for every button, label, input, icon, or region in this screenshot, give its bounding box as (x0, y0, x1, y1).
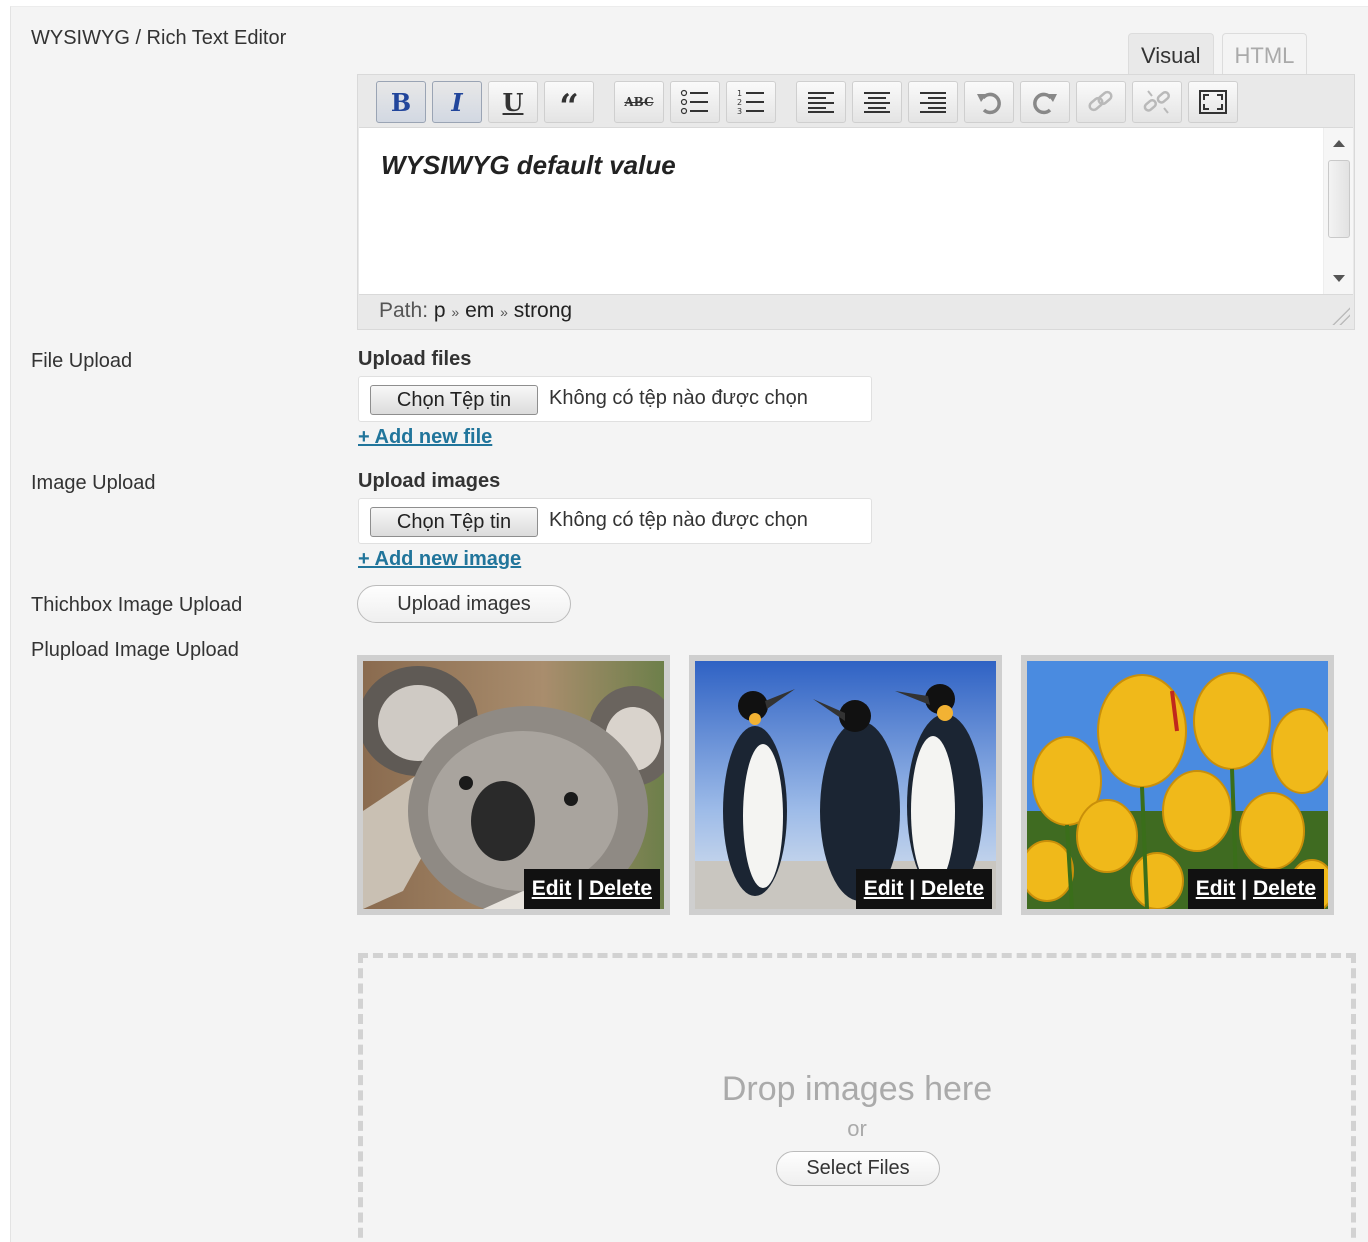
edit-image-link[interactable]: Edit (864, 877, 904, 900)
action-separator: | (1241, 877, 1248, 900)
label-file-upload: File Upload (31, 350, 133, 372)
align-right-icon (920, 92, 946, 113)
align-left-icon (808, 92, 834, 113)
blockquote-button[interactable]: “ (544, 81, 594, 127)
edit-image-link[interactable]: Edit (532, 877, 572, 900)
edit-image-link[interactable]: Edit (1196, 877, 1236, 900)
editor-tabs: Visual HTML (1128, 33, 1308, 75)
redo-button[interactable] (1020, 81, 1070, 123)
rich-text-editor: B I U “ ABC 1 2 3 WYSIWYG default value … (357, 74, 1355, 330)
select-files-button[interactable]: Select Files (776, 1151, 940, 1186)
tab-html[interactable]: HTML (1221, 33, 1308, 75)
label-wysiwyg: WYSIWYG / Rich Text Editor (31, 27, 287, 49)
drop-or-text: or (847, 1116, 867, 1141)
undo-button[interactable] (964, 81, 1014, 123)
action-separator: | (577, 877, 584, 900)
path-item-strong[interactable]: strong (514, 299, 572, 322)
thumb-actions: Edit | Delete (523, 869, 660, 909)
numbered-list-button[interactable]: 1 2 3 (726, 81, 776, 123)
path-label: Path: (379, 299, 429, 322)
numbered-list-icon: 1 2 3 (737, 89, 764, 116)
strikethrough-button[interactable]: ABC (614, 81, 664, 123)
upload-files-title: Upload files (358, 348, 472, 370)
path-separator: » (500, 304, 508, 320)
align-left-button[interactable] (796, 81, 846, 123)
path-item-p[interactable]: p (434, 299, 446, 322)
resize-handle[interactable] (1332, 307, 1350, 325)
editor-scrollbar[interactable] (1323, 128, 1353, 294)
tab-visual[interactable]: Visual (1128, 33, 1214, 75)
delete-image-link[interactable]: Delete (1253, 877, 1316, 900)
add-new-file-link[interactable]: + Add new file (358, 426, 492, 449)
unlink-icon (1143, 90, 1170, 114)
align-center-button[interactable] (852, 81, 902, 123)
italic-icon: I (451, 87, 463, 117)
fullscreen-button[interactable] (1188, 81, 1238, 123)
unlink-button[interactable] (1132, 81, 1182, 123)
editor-toolbar: B I U “ ABC 1 2 3 (376, 81, 1238, 127)
drop-zone[interactable]: Drop images here or Select Files (358, 953, 1356, 1242)
label-thickbox-upload: Thichbox Image Upload (31, 594, 243, 616)
file-status-text: Không có tệp nào được chọn (549, 387, 808, 409)
link-button[interactable] (1076, 81, 1126, 123)
redo-icon (1033, 92, 1057, 115)
editor-path: Path: p » em » strong (379, 299, 572, 323)
bullet-list-icon (680, 89, 708, 115)
upload-images-title: Upload images (358, 470, 501, 492)
underline-icon: U (502, 87, 524, 117)
align-right-button[interactable] (908, 81, 958, 123)
quote-icon: “ (559, 87, 579, 127)
image-thumb-tulips: Edit | Delete (1021, 655, 1334, 915)
bold-icon: B (390, 87, 412, 117)
scroll-down-icon[interactable] (1333, 275, 1345, 282)
svg-text:1: 1 (737, 89, 742, 98)
delete-image-link[interactable]: Delete (589, 877, 652, 900)
action-separator: | (909, 877, 916, 900)
choose-file-button[interactable]: Chọn Tệp tin (370, 385, 538, 415)
choose-image-button[interactable]: Chọn Tệp tin (370, 507, 538, 537)
editor-content-area[interactable]: WYSIWYG default value (359, 127, 1353, 295)
scroll-up-icon[interactable] (1333, 140, 1345, 147)
bold-button[interactable]: B (376, 81, 426, 123)
path-item-em[interactable]: em (465, 299, 494, 322)
fullscreen-icon (1199, 90, 1227, 114)
label-plupload-upload: Plupload Image Upload (31, 639, 239, 661)
align-center-icon (864, 92, 890, 113)
svg-text:2: 2 (737, 98, 742, 107)
scroll-thumb[interactable] (1328, 160, 1350, 238)
editor-content-text[interactable]: WYSIWYG default value (381, 150, 676, 181)
bullet-list-button[interactable] (670, 81, 720, 123)
thumb-actions: Edit | Delete (855, 869, 992, 909)
thickbox-upload-button[interactable]: Upload images (357, 585, 571, 623)
italic-button[interactable]: I (432, 81, 482, 123)
path-separator: » (451, 304, 460, 320)
drop-images-text: Drop images here (721, 1070, 993, 1108)
image-thumb-koala: Edit | Delete (357, 655, 670, 915)
image-thumb-penguins: Edit | Delete (689, 655, 1002, 915)
underline-button[interactable]: U (488, 81, 538, 123)
delete-image-link[interactable]: Delete (921, 877, 984, 900)
thumb-actions: Edit | Delete (1187, 869, 1324, 909)
file-upload-input[interactable]: Chọn Tệp tin Không có tệp nào được chọn (358, 376, 872, 422)
link-icon (1088, 90, 1113, 112)
image-upload-input[interactable]: Chọn Tệp tin Không có tệp nào được chọn (358, 498, 872, 544)
add-new-image-link[interactable]: + Add new image (358, 548, 521, 571)
image-status-text: Không có tệp nào được chọn (549, 509, 808, 531)
label-image-upload: Image Upload (31, 472, 156, 494)
undo-icon (977, 92, 1001, 115)
svg-text:3: 3 (737, 107, 742, 116)
strikethrough-icon: ABC (624, 95, 654, 109)
